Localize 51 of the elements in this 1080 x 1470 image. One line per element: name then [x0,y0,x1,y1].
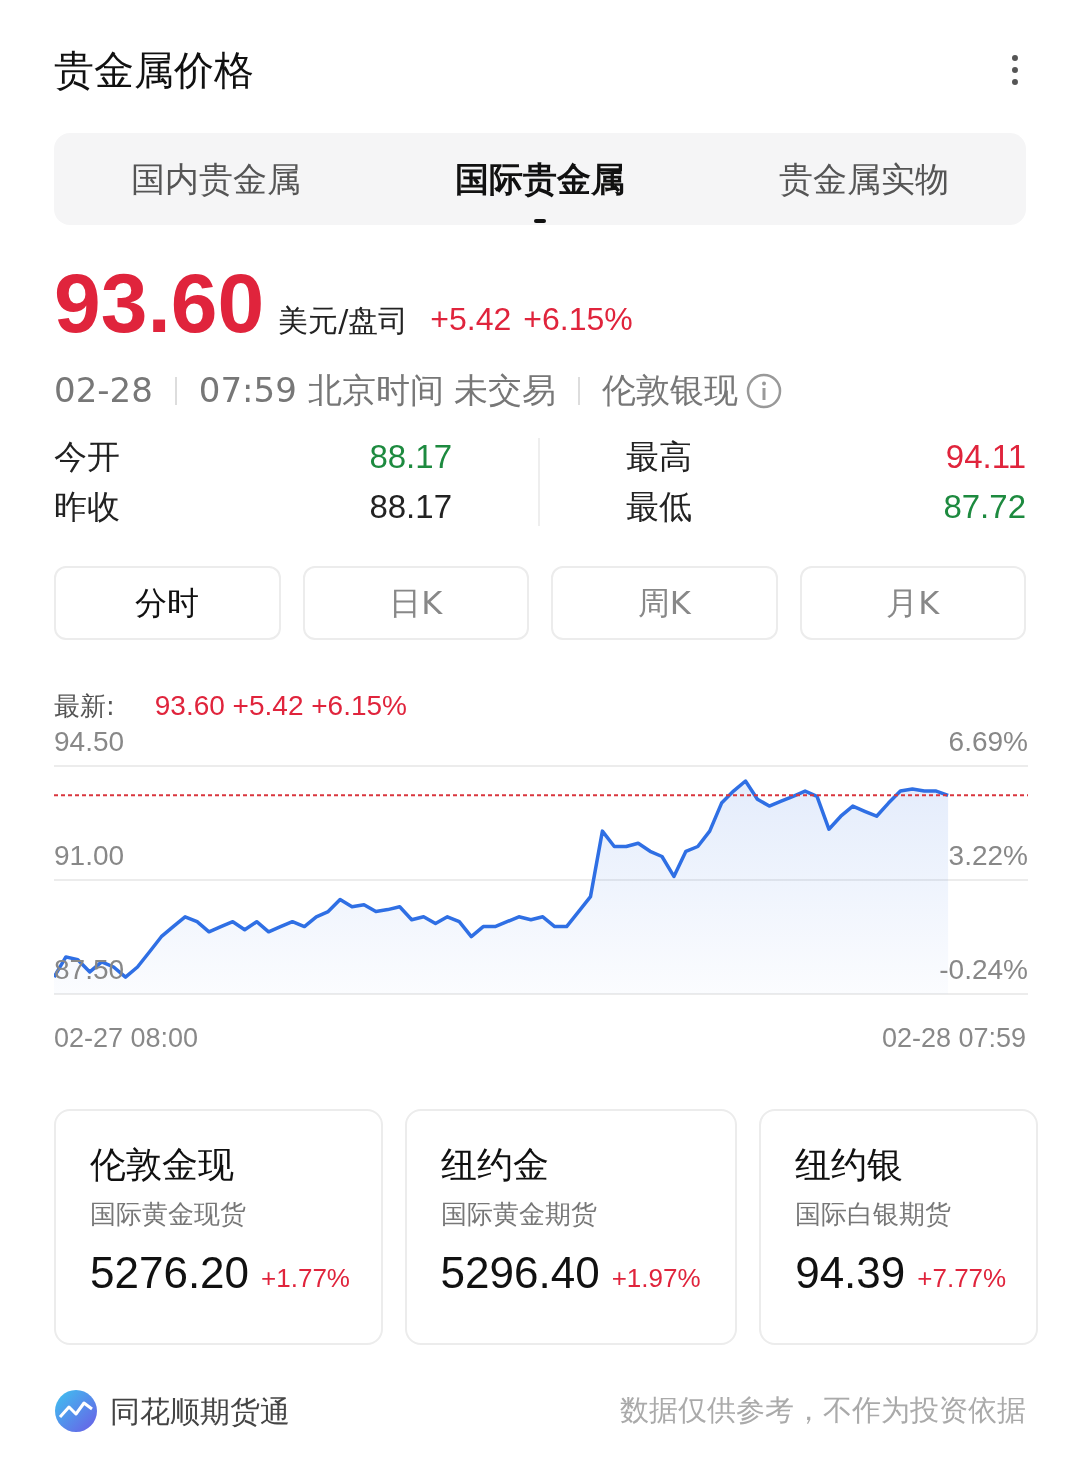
info-icon[interactable] [746,372,783,409]
stat-value: 94.11 [945,437,1026,478]
market-card[interactable]: 伦敦金现 国际黄金现货 5276.20 +1.77% [54,1108,383,1345]
period-tab[interactable]: 月K [799,566,1026,640]
percent-axis-label: 6.69% [948,728,1028,756]
app-logo-icon [54,1389,98,1433]
card-subtitle: 国际黄金现货 [90,1200,247,1227]
instrument-name: 伦敦银现 [602,369,739,412]
card-subtitle: 国际黄金期货 [440,1200,598,1227]
date-text: 02-28 [54,369,153,412]
stat-value: 88.17 [369,487,452,528]
stat-label: 最高 [626,436,692,479]
brand-name: 同花顺期货通 [110,1392,290,1431]
card-subtitle: 国际白银期货 [795,1200,953,1227]
card-price: 5276.20 [90,1250,250,1295]
card-change: +7.77% [917,1264,1007,1291]
card-price: 5296.40 [440,1250,600,1295]
stat-label: 最低 [626,486,692,529]
period-tab[interactable]: 分时 [54,566,281,640]
percent-axis-label: -0.24% [939,956,1028,984]
y-axis-label: 94.50 [54,728,125,756]
market-card[interactable]: 纽约金 国际黄金期货 5296.40 +1.97% [404,1108,738,1345]
stat-value: 88.17 [369,437,452,478]
latest-value: 93.60 +5.42 +6.15% [154,689,407,723]
page-title: 贵金属价格 [54,46,254,95]
tab[interactable]: 贵金属实物 [702,133,1026,225]
tab[interactable]: 国内贵金属 [54,133,378,225]
card-change: +1.97% [611,1264,701,1291]
market-card[interactable]: 纽约银 国际白银期货 94.39 +7.77% [759,1108,1038,1345]
disclaimer-text: 数据仅供参考，不作为投资依据 [620,1392,1026,1430]
card-title: 纽约银 [795,1146,905,1183]
status-text: 07:59 北京时间 未交易 [198,369,557,412]
start-time-label: 02-27 08:00 [54,1022,199,1055]
price-unit: 美元/盘司 [278,302,409,340]
price-value: 93.60 [54,261,265,345]
latest-label: 最新: [54,689,115,723]
price-change-percent: +6.15% [523,300,633,339]
card-title: 纽约金 [440,1146,550,1183]
period-tab[interactable]: 日K [302,566,529,640]
card-title: 伦敦金现 [90,1146,235,1183]
price-change: +5.42 [430,300,512,339]
stat-label: 昨收 [54,486,120,529]
end-time-label: 02-28 07:59 [881,1022,1026,1055]
period-tab[interactable]: 周K [551,566,778,640]
stat-label: 今开 [54,436,120,479]
tab[interactable]: 国际贵金属 [378,133,702,225]
stat-value: 87.72 [943,487,1026,528]
y-axis-label: 91.00 [54,842,125,870]
percent-axis-label: 3.22% [948,842,1028,870]
card-price: 94.39 [795,1250,906,1295]
card-change: +1.77% [261,1264,350,1291]
